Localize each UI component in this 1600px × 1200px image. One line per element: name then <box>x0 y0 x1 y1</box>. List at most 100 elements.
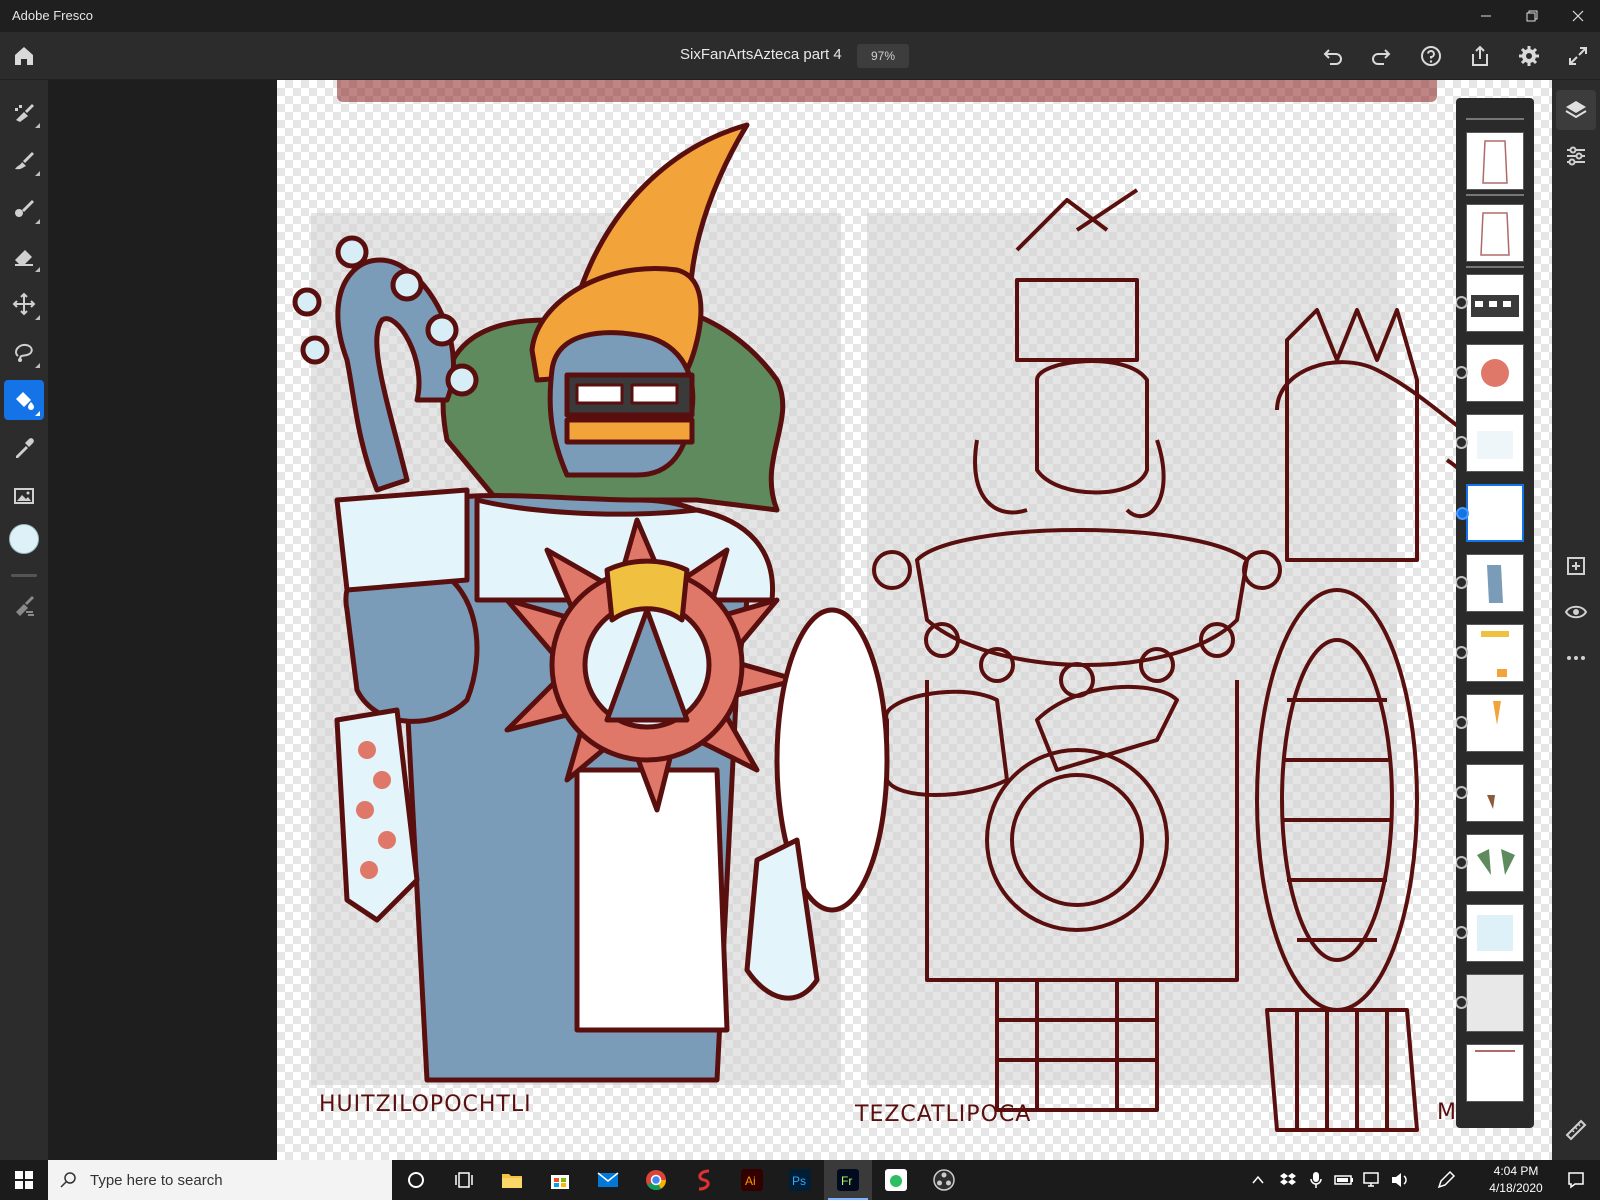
layer-thumbnail[interactable] <box>1456 344 1524 402</box>
eyedropper-tool[interactable] <box>4 428 44 468</box>
file-explorer-app[interactable] <box>488 1160 536 1200</box>
illustrator-app[interactable]: Ai <box>728 1160 776 1200</box>
start-button[interactable] <box>0 1160 48 1200</box>
layer-thumbnail-selected[interactable] <box>1456 484 1524 542</box>
layer-thumbnail[interactable] <box>1456 904 1524 962</box>
zoom-level[interactable]: 97% <box>857 44 909 68</box>
layers-button[interactable] <box>1556 90 1596 130</box>
layer-thumbnail[interactable] <box>1466 1044 1524 1102</box>
redo-button[interactable] <box>1366 40 1398 72</box>
layer-thumbnail[interactable] <box>1466 132 1524 190</box>
fill-tool[interactable] <box>4 380 44 420</box>
task-view-button[interactable] <box>440 1160 488 1200</box>
layer-thumbnail[interactable] <box>1456 624 1524 682</box>
layer-select-radio[interactable] <box>1456 507 1469 520</box>
network-icon <box>1363 1172 1379 1187</box>
photoshop-icon: Ps <box>789 1169 811 1191</box>
fullscreen-button[interactable] <box>1562 40 1594 72</box>
top-toolbar: SixFanArtsAzteca part 4 97% <box>0 32 1600 80</box>
mail-icon <box>597 1172 619 1187</box>
layer-properties-button[interactable] <box>1556 136 1596 176</box>
chrome-app[interactable] <box>632 1160 680 1200</box>
show-hidden-icons-button[interactable] <box>1244 1160 1272 1200</box>
header-banner-art <box>337 80 1437 102</box>
layer-thumbnail[interactable] <box>1456 274 1524 332</box>
illustrator-icon: Ai <box>741 1169 763 1191</box>
share-button[interactable] <box>1464 40 1496 72</box>
pixel-brush-tool[interactable] <box>4 92 44 132</box>
help-button[interactable] <box>1415 40 1447 72</box>
folder-icon <box>502 1174 522 1188</box>
eraser-tool[interactable] <box>4 236 44 276</box>
taskbar-clock[interactable]: 4:04 PM 4/18/2020 <box>1480 1163 1552 1197</box>
cortana-button[interactable] <box>392 1160 440 1200</box>
live-brush-tool[interactable] <box>4 140 44 180</box>
volume-tray-icon[interactable] <box>1386 1160 1414 1200</box>
gear-icon <box>1519 46 1539 66</box>
close-button[interactable] <box>1555 0 1600 32</box>
pen-workspace-tray-icon[interactable] <box>1428 1160 1464 1200</box>
layer-thumbnail[interactable] <box>1456 764 1524 822</box>
action-center-button[interactable] <box>1552 1160 1600 1200</box>
paint-bucket-icon <box>16 392 34 410</box>
layer-thumbnail[interactable] <box>1456 974 1524 1032</box>
settings-button[interactable] <box>1513 40 1545 72</box>
layer-thumbnail[interactable] <box>1456 834 1524 892</box>
search-placeholder: Type here to search <box>90 1171 223 1189</box>
store-app[interactable] <box>536 1160 584 1200</box>
evernote-app[interactable] <box>872 1160 920 1200</box>
smudge-icon <box>16 596 34 616</box>
network-tray-icon[interactable] <box>1358 1160 1386 1200</box>
current-color-swatch[interactable] <box>9 524 39 554</box>
layers-icon <box>1565 101 1587 119</box>
adobe-fresco-window: Adobe Fresco SixFanArtsAzteca part 4 97% <box>0 0 1600 1200</box>
move-transform-tool[interactable] <box>4 284 44 324</box>
smudge-tool[interactable] <box>4 586 44 626</box>
evernote-icon <box>885 1169 907 1191</box>
obs-app[interactable] <box>920 1160 968 1200</box>
taskbar-search[interactable]: Type here to search <box>48 1160 392 1200</box>
restore-icon <box>1526 10 1538 22</box>
battery-icon <box>1334 1175 1353 1185</box>
dropbox-tray-icon[interactable] <box>1274 1160 1302 1200</box>
redo-icon <box>1372 49 1391 65</box>
layer-thumbnail[interactable] <box>1456 694 1524 752</box>
vector-brush-tool[interactable] <box>4 188 44 228</box>
undo-icon <box>1323 49 1342 65</box>
sliders-icon <box>1567 146 1585 166</box>
layer-thumbnail[interactable] <box>1466 204 1524 262</box>
store-icon <box>551 1175 569 1189</box>
windows-taskbar: Type here to search Ai Ps Fr 4:04 PM 4/1… <box>0 1160 1600 1200</box>
layer-preview <box>1493 701 1501 725</box>
more-options-button[interactable] <box>1556 638 1596 678</box>
lasso-selection-tool[interactable] <box>4 332 44 372</box>
place-image-tool[interactable] <box>4 476 44 516</box>
lasso-icon <box>15 343 33 362</box>
mail-app[interactable] <box>584 1160 632 1200</box>
layer-thumbnail[interactable] <box>1456 414 1524 472</box>
add-layer-button[interactable] <box>1556 546 1596 586</box>
live-brush-icon <box>15 152 34 170</box>
home-button[interactable] <box>8 40 40 72</box>
add-layer-icon <box>1567 557 1585 575</box>
svg-text:Ps: Ps <box>792 1174 806 1188</box>
layer-preview <box>1477 915 1513 951</box>
battery-tray-icon[interactable] <box>1330 1160 1358 1200</box>
windows-icon <box>15 1171 33 1189</box>
minimize-button[interactable] <box>1463 0 1509 32</box>
layer-preview <box>1482 140 1508 184</box>
undo-button[interactable] <box>1316 40 1348 72</box>
app-s-icon-button[interactable] <box>680 1160 728 1200</box>
expand-icon <box>1569 47 1587 65</box>
ruler-button[interactable] <box>1556 1110 1596 1150</box>
chevron-up-icon <box>1252 1175 1264 1184</box>
layer-preview <box>1487 795 1495 809</box>
layer-thumbnail[interactable] <box>1456 554 1524 612</box>
restore-button[interactable] <box>1509 0 1555 32</box>
layer-visibility-button[interactable] <box>1556 592 1596 632</box>
microphone-tray-icon[interactable] <box>1302 1160 1330 1200</box>
layer-preview <box>1487 565 1503 603</box>
fresco-app[interactable]: Fr <box>824 1160 872 1200</box>
drawing-canvas[interactable]: HUITZILOPOCHTLI TEZCATLIPOCA MAQU <box>277 80 1552 1160</box>
photoshop-app[interactable]: Ps <box>776 1160 824 1200</box>
